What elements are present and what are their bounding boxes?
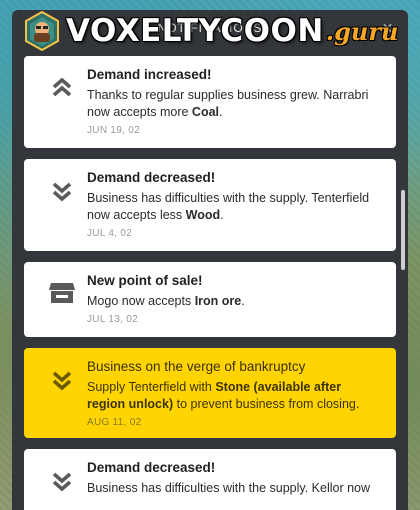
scrollbar[interactable]: [401, 190, 405, 270]
resource-name: Iron ore: [194, 294, 242, 308]
notification-date: JUL 13, 02: [87, 314, 138, 325]
logo-brand-text: VOXELTYCOON: [66, 13, 324, 49]
notification-body: Mogo now accepts Iron ore.: [87, 294, 245, 308]
demand-down-icon: [52, 182, 72, 202]
notification-title: Demand increased!: [87, 67, 212, 82]
notification-title: Demand decreased!: [87, 460, 216, 475]
resource-name: Coal: [191, 105, 220, 119]
notification-date: AUG 11, 02: [87, 417, 142, 428]
notification-title: Demand decreased!: [87, 170, 216, 185]
demand-up-icon: [52, 77, 72, 97]
bankruptcy-warning-card[interactable]: Business on the verge of bankruptcy Supp…: [24, 348, 396, 438]
notification-date: JUN 19, 02: [87, 125, 141, 136]
notification-title: New point of sale!: [87, 273, 203, 288]
store-icon: [49, 283, 75, 303]
demand-down-icon: [52, 371, 72, 391]
notification-card[interactable]: Demand decreased! Business has difficult…: [24, 449, 396, 510]
notification-card[interactable]: Demand increased! Thanks to regular supp…: [24, 56, 396, 148]
notification-list[interactable]: Demand increased! Thanks to regular supp…: [12, 46, 408, 510]
notification-date: JUL 4, 02: [87, 228, 133, 239]
demand-down-icon: [52, 472, 72, 492]
notification-body: Business has difficulties with the suppl…: [87, 191, 370, 222]
notifications-panel: NOTIFICATIONS ✕ Demand increased! Thanks…: [12, 10, 408, 510]
voxeltycoon-guru-logo: VOXELTYCOON .guru: [24, 9, 398, 53]
notification-card[interactable]: New point of sale! Mogo now accepts Iron…: [24, 262, 396, 337]
notification-body: Business has difficulties with the suppl…: [87, 481, 371, 495]
resource-name: Wood: [185, 208, 221, 222]
logo-badge-icon: [25, 11, 59, 51]
notification-body: Thanks to regular supplies business grew…: [87, 88, 369, 119]
logo-suffix-text: .guru: [325, 16, 399, 46]
notification-body: Supply Tenterfield with Stone (available…: [87, 380, 360, 411]
notification-title: Business on the verge of bankruptcy: [87, 359, 306, 374]
notification-card[interactable]: Demand decreased! Business has difficult…: [24, 159, 396, 251]
